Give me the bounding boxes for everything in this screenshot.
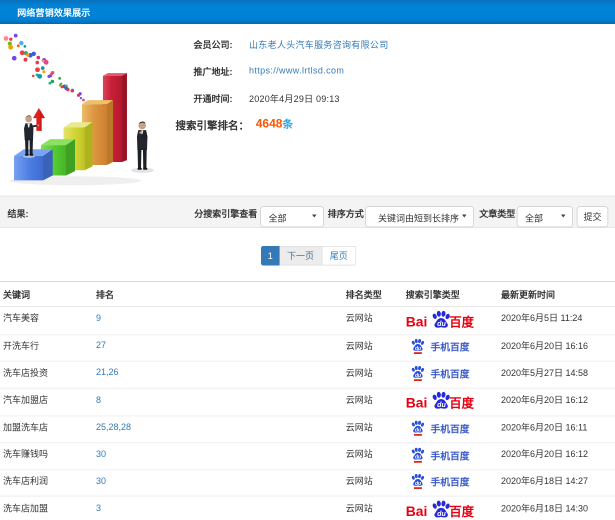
svg-text:手机百度: 手机百度	[431, 422, 470, 435]
svg-text:Bai: Bai	[406, 503, 428, 519]
svg-text:du: du	[437, 510, 446, 518]
svg-text:du: du	[415, 428, 421, 434]
svg-text:手机百度: 手机百度	[431, 476, 470, 489]
svg-text:手机百度: 手机百度	[431, 449, 470, 462]
svg-text:du: du	[415, 481, 421, 487]
svg-text:du: du	[437, 320, 446, 328]
svg-text:du: du	[437, 401, 446, 409]
svg-text:百度: 百度	[449, 314, 474, 329]
svg-text:百度: 百度	[449, 504, 474, 519]
svg-text:手机百度: 手机百度	[431, 367, 470, 380]
svg-text:Bai: Bai	[406, 313, 428, 329]
svg-text:Bai: Bai	[406, 395, 428, 411]
svg-text:du: du	[415, 346, 421, 352]
svg-text:百度: 百度	[449, 396, 474, 411]
svg-text:手机百度: 手机百度	[431, 341, 470, 354]
svg-text:du: du	[415, 454, 421, 460]
svg-text:du: du	[415, 373, 421, 379]
